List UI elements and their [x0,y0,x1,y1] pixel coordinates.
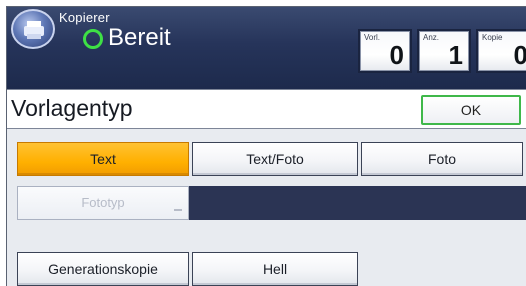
photo-type-button: Fototyp [17,186,189,220]
original-type-text-photo-button[interactable]: Text/Foto [192,142,358,176]
originals-counter: Vorl. 0 [358,29,412,73]
title-bar: Vorlagentyp OK [7,89,526,129]
original-type-photo-button[interactable]: Foto [361,142,523,176]
copier-app-icon[interactable] [11,9,55,49]
status-header: Kopierer Bereit Vorl. 0 Anz. 1 Kopie 0 [7,7,526,89]
originals-counter-label: Vorl. [364,33,381,42]
copies-counter: Kopie 0 [476,29,526,73]
original-type-text-button[interactable]: Text [17,142,189,176]
copies-counter-value: 0 [514,40,526,71]
ok-button[interactable]: OK [421,95,521,125]
copier-screen: Kopierer Bereit Vorl. 0 Anz. 1 Kopie 0 V… [6,6,526,286]
originals-counter-value: 0 [389,40,404,70]
quantity-counter: Anz. 1 [417,29,471,73]
quantity-counter-value: 1 [448,40,463,70]
photo-type-label: Fototyp [81,195,125,210]
page-title: Vorlagentyp [11,95,133,121]
quantity-counter-label: Anz. [423,33,440,42]
copies-counter-label: Kopie [482,33,503,42]
status-text: Bereit [108,24,171,51]
photo-type-panel [189,186,526,220]
light-button[interactable]: Hell [192,252,358,286]
app-name: Kopierer [59,10,110,25]
copier-icon [24,21,44,39]
ready-status-icon [83,29,103,49]
submenu-indicator-icon [174,209,182,211]
generation-copy-button[interactable]: Generationskopie [17,252,189,286]
